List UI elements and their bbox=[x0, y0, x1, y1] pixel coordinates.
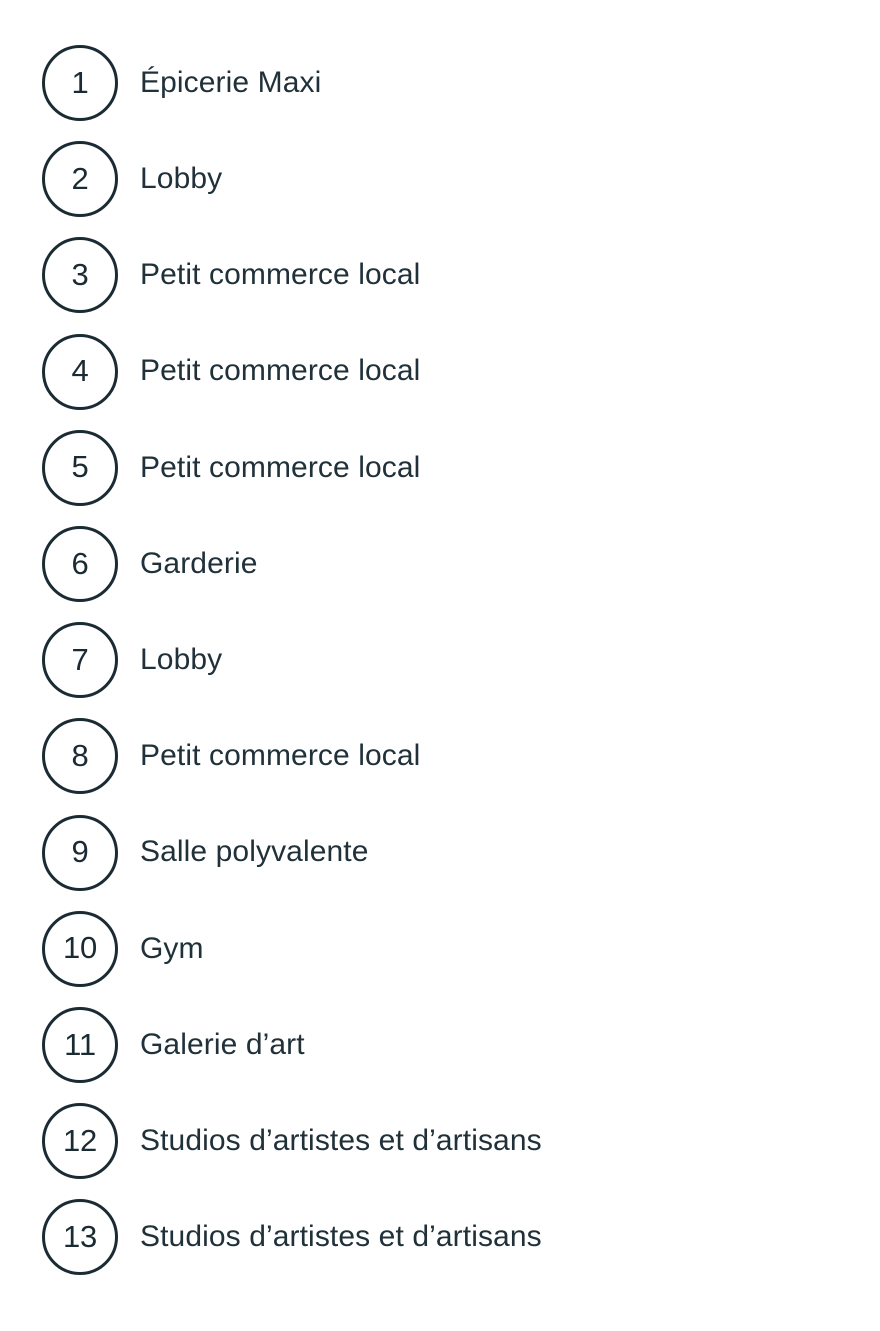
legend-marker-circle-icon: 9 bbox=[42, 814, 118, 891]
legend-marker-circle-icon: 2 bbox=[42, 141, 118, 218]
legend-marker-number: 11 bbox=[64, 1026, 96, 1062]
legend-item[interactable]: 11 Galerie d’art bbox=[42, 1007, 862, 1083]
legend-item[interactable]: 12 Studios d’artistes et d’artisans bbox=[42, 1103, 862, 1180]
legend-marker-number: 13 bbox=[62, 1218, 98, 1254]
legend-marker-number: 3 bbox=[71, 256, 89, 292]
legend-item[interactable]: 5 Petit commerce local bbox=[42, 429, 862, 506]
legend-marker-circle-icon: 12 bbox=[42, 1103, 118, 1180]
legend-marker-number: 10 bbox=[62, 930, 98, 966]
legend-marker-circle-icon: 10 bbox=[42, 910, 118, 987]
legend-item[interactable]: 4 Petit commerce local bbox=[42, 333, 862, 410]
legend-marker-circle-icon: 4 bbox=[42, 333, 118, 410]
legend-item-label: Petit commerce local bbox=[140, 739, 421, 773]
legend-item-label: Gym bbox=[140, 931, 204, 965]
legend-item-label: Petit commerce local bbox=[140, 258, 421, 292]
legend-marker-number: 7 bbox=[71, 641, 89, 677]
legend-item-label: Salle polyvalente bbox=[140, 835, 369, 869]
legend-item[interactable]: 9 Salle polyvalente bbox=[42, 814, 862, 891]
legend-marker-circle-icon: 8 bbox=[42, 718, 118, 795]
legend-marker-circle-icon: 1 bbox=[42, 45, 118, 121]
legend-item-label: Lobby bbox=[140, 642, 223, 676]
legend-marker-number: 5 bbox=[71, 449, 89, 485]
legend-marker-circle-icon: 7 bbox=[42, 622, 118, 699]
legend-marker-number: 9 bbox=[71, 834, 89, 870]
legend-marker-number: 4 bbox=[71, 353, 89, 389]
legend-item-label: Studios d’artistes et d’artisans bbox=[140, 1123, 542, 1157]
legend-item[interactable]: 2 Lobby bbox=[42, 141, 862, 218]
legend-marker-number: 2 bbox=[71, 160, 89, 196]
legend-marker-circle-icon: 5 bbox=[42, 429, 118, 506]
legend-item[interactable]: 8 Petit commerce local bbox=[42, 718, 862, 795]
legend-marker-circle-icon: 13 bbox=[42, 1199, 118, 1276]
legend-marker-number: 6 bbox=[71, 545, 89, 581]
legend-marker-number: 1 bbox=[71, 64, 89, 100]
legend-item-label: Lobby bbox=[140, 161, 223, 195]
legend-item[interactable]: 6 Garderie bbox=[42, 526, 862, 602]
legend-item[interactable]: 7 Lobby bbox=[42, 622, 862, 699]
legend-item-label: Petit commerce local bbox=[140, 450, 421, 484]
legend-item-label: Petit commerce local bbox=[140, 354, 421, 388]
legend-item[interactable]: 13 Studios d’artistes et d’artisans bbox=[42, 1199, 862, 1276]
legend-item[interactable]: 10 Gym bbox=[42, 910, 862, 987]
legend-item-label: Garderie bbox=[140, 546, 258, 580]
legend-item-label: Studios d’artistes et d’artisans bbox=[140, 1220, 542, 1254]
legend-marker-circle-icon: 6 bbox=[42, 526, 118, 602]
legend-marker-circle-icon: 11 bbox=[42, 1007, 118, 1083]
legend-item[interactable]: 3 Petit commerce local bbox=[42, 237, 862, 314]
legend-marker-number: 8 bbox=[71, 737, 89, 773]
legend-item[interactable]: 1 Épicerie Maxi bbox=[42, 45, 862, 121]
legend-marker-number: 12 bbox=[62, 1122, 98, 1158]
legend-item-label: Épicerie Maxi bbox=[140, 65, 322, 99]
legend-item-label: Galerie d’art bbox=[140, 1027, 305, 1061]
legend-marker-circle-icon: 3 bbox=[42, 237, 118, 314]
